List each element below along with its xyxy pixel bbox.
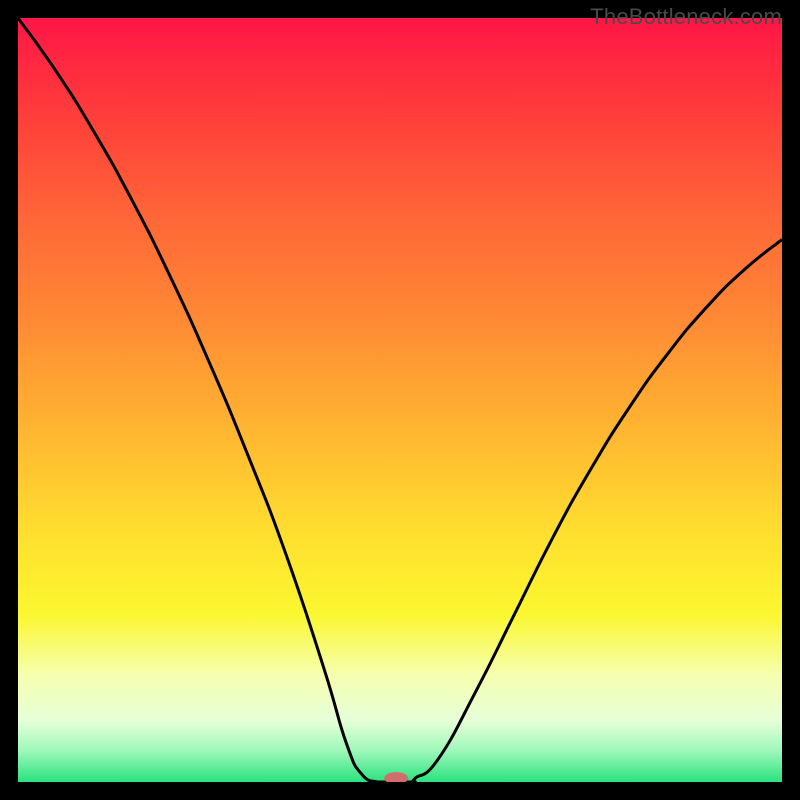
chart-plot-area	[18, 18, 782, 782]
bottleneck-chart	[18, 18, 782, 782]
gradient-background	[18, 18, 782, 782]
watermark-text: TheBottleneck.com	[590, 4, 782, 30]
